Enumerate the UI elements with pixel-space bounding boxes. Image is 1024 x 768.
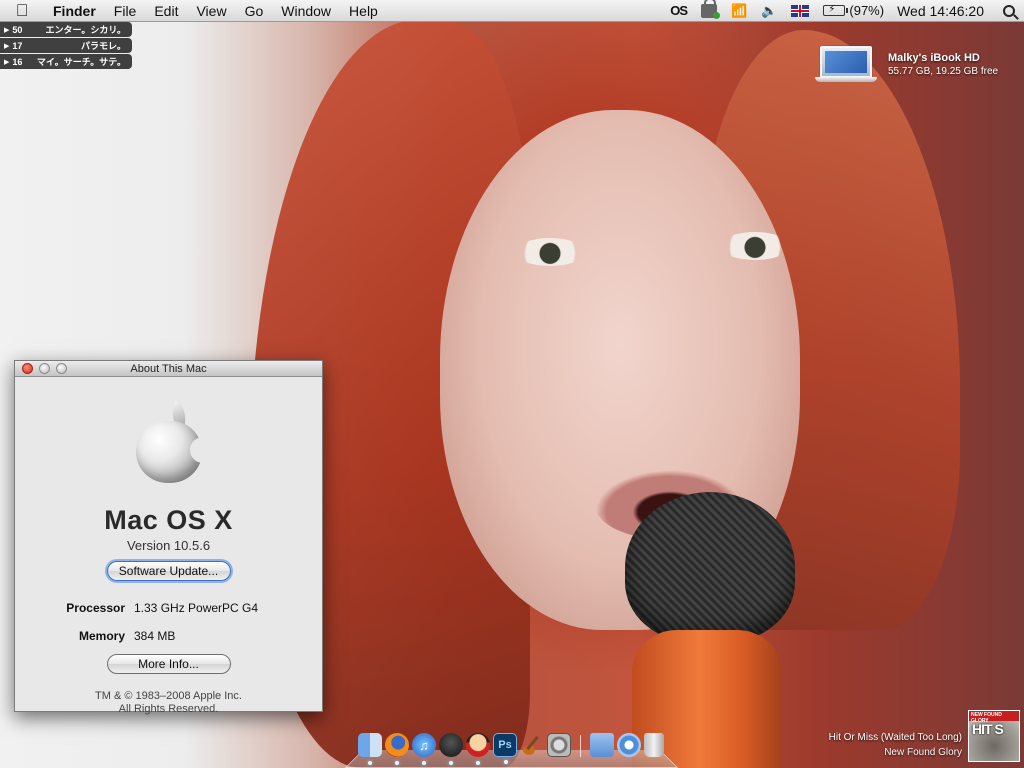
- trash-icon[interactable]: [644, 733, 664, 757]
- disclosure-triangle-icon[interactable]: ▶: [4, 58, 9, 66]
- finder-icon[interactable]: [358, 733, 382, 765]
- menu-bar:  Finder File Edit View Go Window Help O…: [0, 0, 1024, 22]
- menu-view[interactable]: View: [187, 3, 235, 19]
- applications-folder-icon[interactable]: [590, 733, 614, 757]
- wallpaper-microphone-head: [625, 492, 795, 642]
- apple-logo-icon: [15, 400, 322, 499]
- widget-row-text: マイ。サーチ。サテ。: [36, 57, 126, 67]
- desktop-widget-list: ▶ 50 エンター。シカリ。 ▶ 17 パラモレ。 ▶ 16 マイ。サーチ。サテ…: [0, 22, 132, 70]
- copyright-line: TM & © 1983–2008 Apple Inc.: [95, 690, 242, 702]
- input-menu[interactable]: [784, 4, 816, 17]
- system-preferences-icon[interactable]: [547, 733, 571, 757]
- drive-info: 55.77 GB, 19.25 GB free: [888, 66, 999, 77]
- widget-row[interactable]: ▶ 17 パラモレ。: [0, 38, 132, 53]
- widget-row-number: 16: [12, 56, 23, 67]
- volume-icon[interactable]: 🔈: [754, 3, 784, 19]
- os-version[interactable]: Version 10.5.6: [15, 538, 322, 553]
- minimize-icon[interactable]: [39, 363, 50, 374]
- menu-go[interactable]: Go: [236, 3, 273, 19]
- gnome-icon[interactable]: [466, 733, 490, 765]
- zoom-icon[interactable]: [56, 363, 67, 374]
- drive-name: Malky's iBook HD: [888, 52, 980, 64]
- widget-row-number: 50: [12, 24, 23, 35]
- spotlight-icon[interactable]: [994, 4, 1024, 17]
- window-controls: [15, 363, 67, 374]
- menu-edit[interactable]: Edit: [145, 3, 187, 19]
- about-body: Mac OS X Version 10.5.6 Software Update.…: [15, 400, 322, 716]
- copyright-text: TM & © 1983–2008 Apple Inc. All Rights R…: [15, 690, 322, 716]
- os-status-menu[interactable]: OS: [663, 3, 694, 18]
- spec-value: 1.33 GHz PowerPC G4: [134, 601, 259, 615]
- spec-label: Memory: [78, 629, 125, 643]
- drive-label: Malky's iBook HD 55.77 GB, 19.25 GB free: [888, 44, 998, 84]
- disclosure-triangle-icon[interactable]: ▶: [4, 26, 9, 34]
- battery-icon: ⚡: [823, 4, 849, 16]
- firefox-icon[interactable]: [385, 733, 409, 765]
- now-playing-track: Hit Or Miss (Waited Too Long): [828, 732, 962, 743]
- more-info-button[interactable]: More Info...: [106, 654, 231, 674]
- dock: ♫ Ps: [345, 730, 678, 768]
- widget-row[interactable]: ▶ 50 エンター。シカリ。: [0, 22, 132, 37]
- photoshop-icon[interactable]: Ps: [493, 733, 517, 764]
- adium-icon[interactable]: [439, 733, 463, 765]
- uk-flag-icon: [791, 4, 810, 17]
- close-icon[interactable]: [22, 363, 33, 374]
- os-name: Mac OS X: [104, 505, 233, 535]
- battery-menu[interactable]: ⚡ (97%): [816, 3, 891, 18]
- spec-value: 384 MB: [134, 629, 176, 643]
- now-playing-widget: Hit Or Miss (Waited Too Long) New Found …: [810, 710, 1022, 762]
- now-playing-text: Hit Or Miss (Waited Too Long) New Found …: [829, 730, 962, 760]
- desktop-drive[interactable]: Malky's iBook HD 55.77 GB, 19.25 GB free: [815, 44, 998, 84]
- dock-icons: ♫ Ps: [358, 733, 664, 765]
- spec-row-processor: Processor 1.33 GHz PowerPC G4: [15, 599, 322, 617]
- widget-row-number: 17: [12, 40, 23, 51]
- menu-clock[interactable]: Wed 14:46:20: [891, 3, 994, 19]
- itunes-icon[interactable]: ♫: [412, 733, 436, 765]
- spec-row-memory: Memory 384 MB: [15, 627, 322, 645]
- menu-file[interactable]: File: [105, 3, 146, 19]
- spec-label: Processor: [66, 601, 125, 615]
- wallpaper-eye-left: [515, 238, 585, 266]
- wifi-icon[interactable]: 📶: [724, 3, 754, 19]
- menu-app-name[interactable]: Finder: [44, 3, 105, 19]
- about-this-mac-window: About This Mac Mac OS X Version 10.5.6 S…: [14, 360, 323, 715]
- copyright-line: All Rights Reserved.: [118, 703, 219, 715]
- menu-extras: OS 📶 🔈 ⚡ (97%) Wed 14:46:20: [663, 0, 1024, 22]
- lock-status-icon: [701, 0, 721, 19]
- widget-row-text: パラモレ。: [80, 41, 126, 51]
- window-titlebar[interactable]: About This Mac: [15, 361, 322, 377]
- disclosure-triangle-icon[interactable]: ▶: [4, 42, 9, 50]
- garageband-icon[interactable]: [520, 733, 544, 757]
- wallpaper-eye-right: [720, 232, 790, 260]
- apple-icon[interactable]: : [0, 0, 44, 22]
- downloads-stack-icon[interactable]: [617, 733, 641, 757]
- widget-row-text: エンター。シカリ。: [45, 25, 126, 35]
- spec-list: Processor 1.33 GHz PowerPC G4 Memory 384…: [15, 599, 322, 645]
- laptop-drive-icon[interactable]: [815, 44, 877, 84]
- widget-row[interactable]: ▶ 16 マイ。サーチ。サテ。: [0, 54, 132, 69]
- menu-window[interactable]: Window: [272, 3, 340, 19]
- software-update-button[interactable]: Software Update...: [106, 561, 231, 581]
- menu-help[interactable]: Help: [340, 3, 387, 19]
- album-cover-icon[interactable]: NEW FOUND GLORY HIT S: [968, 710, 1020, 762]
- lock-status-menu[interactable]: [694, 0, 724, 19]
- album-cover-title: HIT S: [972, 721, 1004, 737]
- dock-separator: [580, 735, 581, 757]
- now-playing-artist: New Found Glory: [884, 747, 962, 758]
- battery-percent: (97%): [849, 3, 885, 18]
